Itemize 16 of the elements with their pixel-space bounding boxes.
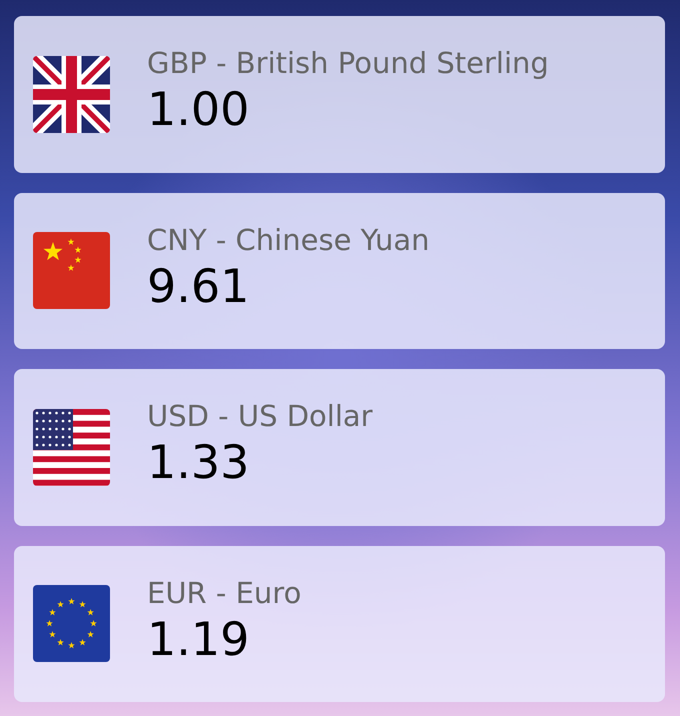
exchange-rate: 1.33 (147, 435, 250, 490)
currency-card[interactable]: EUR - Euro 1.19 (14, 546, 665, 702)
flag-icon (33, 232, 110, 310)
currency-card[interactable]: GBP - British Pound Sterling 1.00 (14, 16, 665, 172)
exchange-rate: 1.00 (147, 82, 250, 136)
flag-icon (33, 56, 110, 133)
currency-card[interactable]: USD - US Dollar 1.33 (14, 369, 665, 526)
flag-icon (33, 408, 110, 486)
currency-name: GBP - British Pound Sterling (147, 46, 549, 80)
exchange-rate: 9.61 (147, 258, 250, 313)
flag-icon (33, 585, 110, 662)
currency-name: EUR - Euro (147, 576, 302, 610)
currency-card[interactable]: CNY - Chinese Yuan 9.61 (14, 192, 665, 349)
currency-name: USD - US Dollar (147, 399, 373, 434)
exchange-rate: 1.19 (147, 612, 250, 666)
currency-name: CNY - Chinese Yuan (147, 222, 430, 257)
